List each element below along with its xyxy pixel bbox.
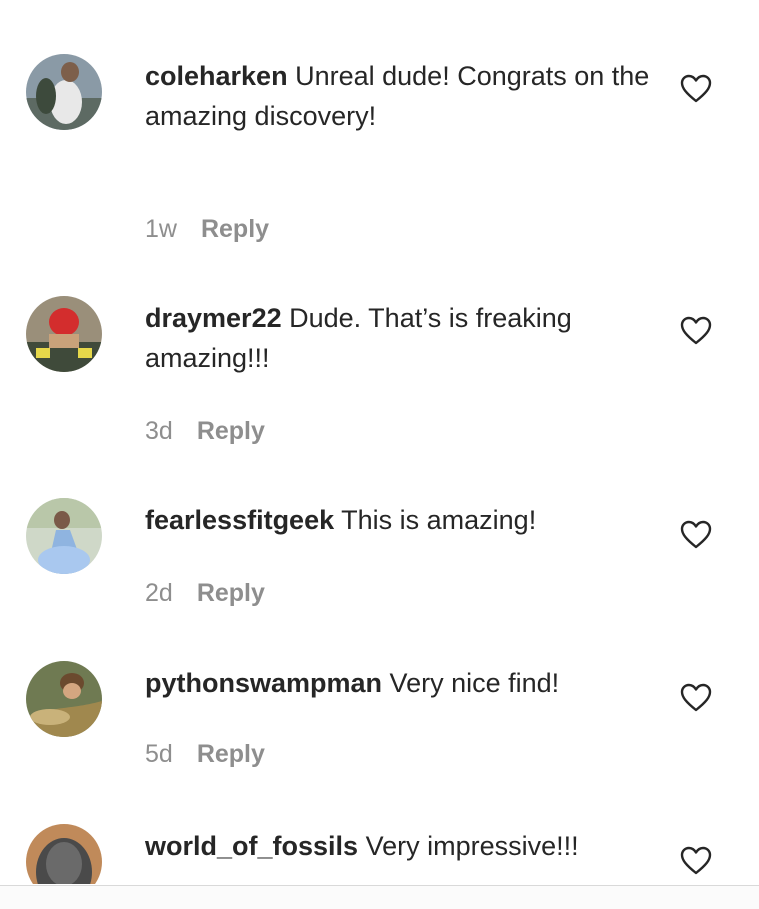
comment-meta: 1w Reply <box>145 214 269 244</box>
avatar[interactable] <box>26 54 102 130</box>
reply-button[interactable]: Reply <box>197 740 265 768</box>
comment-text: Very impressive!!! <box>365 831 579 861</box>
comment-list: coleharken Unreal dude! Congrats on the … <box>0 0 759 884</box>
comment-body: draymer22 Dude. That’s is freaking amazi… <box>145 298 655 378</box>
comment-body: coleharken Unreal dude! Congrats on the … <box>145 56 655 136</box>
comment-username[interactable]: pythonswampman <box>145 668 382 698</box>
comment-time: 2d <box>145 579 173 607</box>
heart-outline-icon[interactable] <box>680 846 712 876</box>
comment-meta: 5d Reply <box>145 739 265 769</box>
comment-meta: 3d Reply <box>145 416 265 446</box>
comment-time: 5d <box>145 740 173 768</box>
heart-outline-icon[interactable] <box>680 74 712 104</box>
avatar[interactable] <box>26 824 102 884</box>
comment-username[interactable]: coleharken <box>145 61 288 91</box>
comment-time: 1w <box>145 215 177 243</box>
comment-body: world_of_fossils Very impressive!!! <box>145 826 655 866</box>
reply-button[interactable]: Reply <box>197 417 265 445</box>
comment-text: This is amazing! <box>341 505 537 535</box>
comment-time: 3d <box>145 417 173 445</box>
avatar[interactable] <box>26 498 102 574</box>
footer-area <box>0 886 759 909</box>
comment-text: Very nice find! <box>389 668 560 698</box>
heart-outline-icon[interactable] <box>680 683 712 713</box>
avatar[interactable] <box>26 661 102 737</box>
comment-meta: 2d Reply <box>145 578 265 608</box>
comment-username[interactable]: draymer22 <box>145 303 282 333</box>
heart-outline-icon[interactable] <box>680 520 712 550</box>
reply-button[interactable]: Reply <box>201 215 269 243</box>
heart-outline-icon[interactable] <box>680 316 712 346</box>
comment-body: pythonswampman Very nice find! <box>145 663 655 703</box>
comment-body: fearlessfitgeek This is amazing! <box>145 500 655 540</box>
comment-username[interactable]: fearlessfitgeek <box>145 505 334 535</box>
reply-button[interactable]: Reply <box>197 579 265 607</box>
comment-username[interactable]: world_of_fossils <box>145 831 358 861</box>
avatar[interactable] <box>26 296 102 372</box>
